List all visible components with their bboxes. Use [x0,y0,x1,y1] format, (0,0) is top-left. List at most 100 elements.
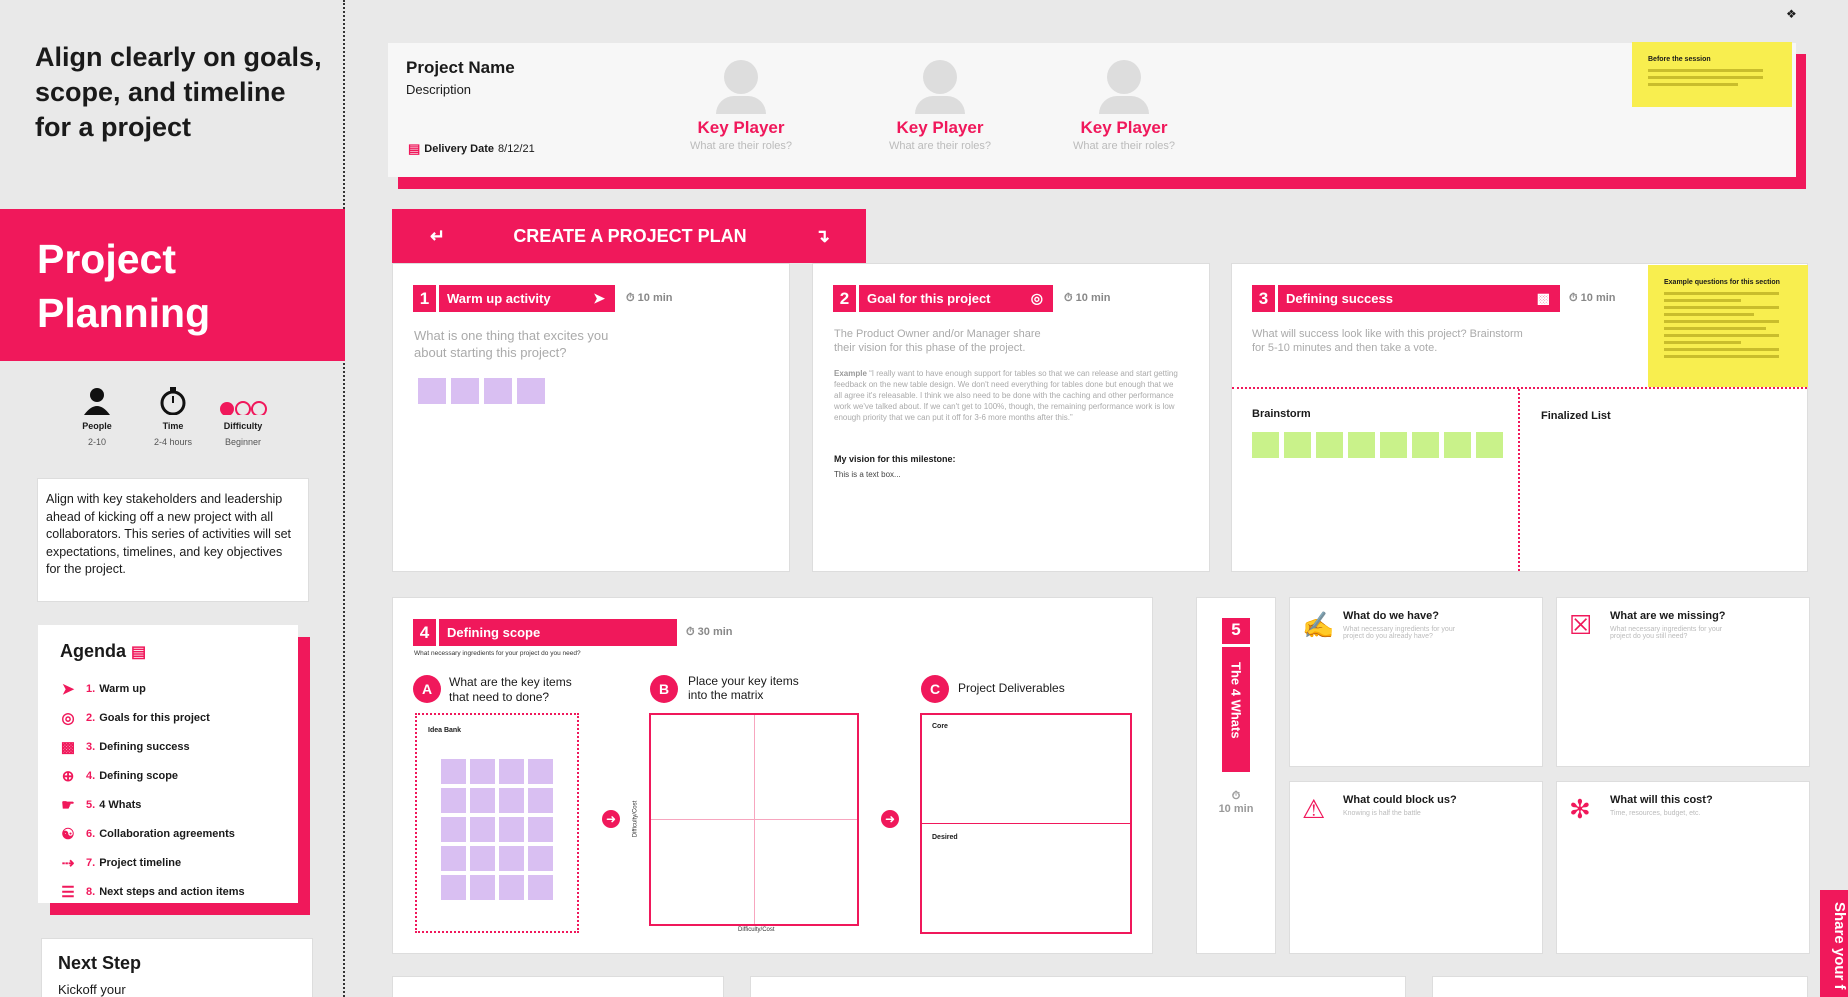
example-label: Example [834,369,867,378]
sticky-note[interactable] [441,875,466,900]
stopwatch-icon [160,387,186,416]
arrow-turn-left-icon: ↵ [430,225,446,246]
sticky-note[interactable] [1348,432,1375,458]
calendar-icon: ▤ [408,141,421,156]
agenda-item-collaboration[interactable]: ☯ 6. Collaboration agreements [60,819,298,848]
what-will-this-cost-card[interactable]: ✻ What will this cost? Time, resources, … [1556,781,1810,954]
sticky-note[interactable] [441,759,466,784]
agenda-num: 7. [86,856,96,869]
deliverables-divider [922,823,1130,824]
sticky-note[interactable] [499,788,524,813]
card-title: What are we missing? [1610,610,1726,622]
sticky-note-example-questions[interactable]: Example questions for this section [1648,265,1808,387]
agenda-item-timeline[interactable]: ⇢ 7. Project timeline [60,848,298,877]
sticky-note[interactable] [499,846,524,871]
meta-label: Time [162,421,184,431]
sticky-note[interactable] [528,875,553,900]
sticky-note[interactable] [470,875,495,900]
project-description[interactable]: Description [406,82,471,97]
step-1-tag: 1 Warm up activity ➤ [413,285,615,312]
sticky-note[interactable] [470,788,495,813]
vision-label: My vision for this milestone: [834,454,956,464]
step-3-tag: 3 Defining success ▩ [1252,285,1560,312]
agenda-item-next-steps[interactable]: ☰ 8. Next steps and action items [60,877,298,906]
timer-value: 30 min [697,626,733,638]
idea-bank-frame[interactable] [415,713,579,933]
timer-value: 10 min [1075,292,1111,304]
sticky-note[interactable] [441,846,466,871]
target-icon: ◎ [61,709,75,727]
sticky-note[interactable] [1252,432,1279,458]
calendar-icon: ▤ [131,644,147,661]
key-player-1[interactable]: Key Player What are their roles? [671,60,811,152]
next-step-card[interactable]: Next Step Kickoff your [41,938,313,997]
hand-icon: ☛ [61,796,75,814]
meta-label: People [82,421,112,431]
what-could-block-us-card[interactable]: ⚠ What could block us? Knowing is half t… [1289,781,1543,954]
share-feedback-tab[interactable]: Share your f [1820,890,1848,997]
avatar-icon [923,60,957,94]
sticky-note[interactable] [499,759,524,784]
sticky-note[interactable] [1284,432,1311,458]
meta-people: People 2-10 [62,387,132,447]
timer-value: 10 min [637,292,673,304]
agenda-num: 1. [86,682,96,695]
agenda-item-warm-up[interactable]: ➤ 1. Warm up [60,674,298,703]
next-step-title: Next Step [58,953,142,973]
sticky-note[interactable] [470,817,495,842]
sticky-note[interactable] [1412,432,1439,458]
sticky-note[interactable] [441,788,466,813]
sticky-note[interactable] [528,846,553,871]
sticky-note[interactable] [528,817,553,842]
sticky-note[interactable] [499,817,524,842]
sticky-note[interactable] [1476,432,1503,458]
sticky-note[interactable] [1380,432,1407,458]
podium-icon: ▩ [1536,290,1550,306]
step-title: The 4 Whats [1228,662,1244,739]
delivery-date[interactable]: ▤ Delivery Date 8/12/21 [408,141,535,157]
sticky-note[interactable] [418,378,446,404]
project-name[interactable]: Project Name [406,58,515,78]
meta-value: Beginner [224,437,262,447]
agenda-label: Collaboration agreements [99,827,235,840]
stopwatch-icon: ⏱ [1231,790,1241,802]
agenda-item-goals[interactable]: ◎ 2. Goals for this project [60,703,298,732]
agenda-label: Defining scope [99,769,179,782]
sticky-note[interactable] [441,817,466,842]
matrix-x-label: Difficulty/Cost [738,927,775,933]
sticky-note[interactable] [484,378,512,404]
key-player-2[interactable]: Key Player What are their roles? [870,60,1010,152]
sticky-note[interactable] [470,759,495,784]
card-subtitle: What necessary ingredients for your proj… [1343,626,1456,640]
step-number: 1 [413,285,439,312]
agenda-item-scope[interactable]: ⊕ 4. Defining scope [60,761,298,790]
sticky-note-before-session[interactable]: Before the session [1632,42,1792,107]
desired-label: Desired [932,834,958,841]
sticky-note[interactable] [1444,432,1471,458]
sticky-note[interactable] [451,378,479,404]
agenda-item-whats[interactable]: ☛ 5. 4 Whats [60,790,298,819]
sticky-note[interactable] [528,759,553,784]
step-4-prompt: What necessary ingredients for your proj… [414,650,581,657]
sticky-note[interactable] [517,378,545,404]
agenda-label: Defining success [99,740,190,753]
sticky-note[interactable] [528,788,553,813]
key-player-role: What are their roles? [888,140,992,152]
sticky-note[interactable] [470,846,495,871]
sticky-note[interactable] [1316,432,1343,458]
person-icon [84,388,110,415]
agenda-num: 2. [86,711,96,724]
missing-document-icon: ☒ [1569,610,1593,640]
what-are-we-missing-card[interactable]: ☒ What are we missing? What necessary in… [1556,597,1810,767]
sticky-note[interactable] [499,875,524,900]
agenda-item-success[interactable]: ▩ 3. Defining success [60,732,298,761]
key-player-3[interactable]: Key Player What are their roles? [1054,60,1194,152]
section-c-badge: C [921,675,949,703]
vision-textbox[interactable]: This is a text box... [834,470,901,479]
section-c-text: Project Deliverables [958,681,1065,695]
what-do-we-have-card[interactable]: ✍ What do we have? What necessary ingred… [1289,597,1543,767]
key-player-title: Key Player [1080,118,1168,137]
section-b-badge: B [650,675,678,703]
stopwatch-icon: ⏱ [626,292,635,304]
price-tag-icon: ✻ [1569,794,1591,824]
